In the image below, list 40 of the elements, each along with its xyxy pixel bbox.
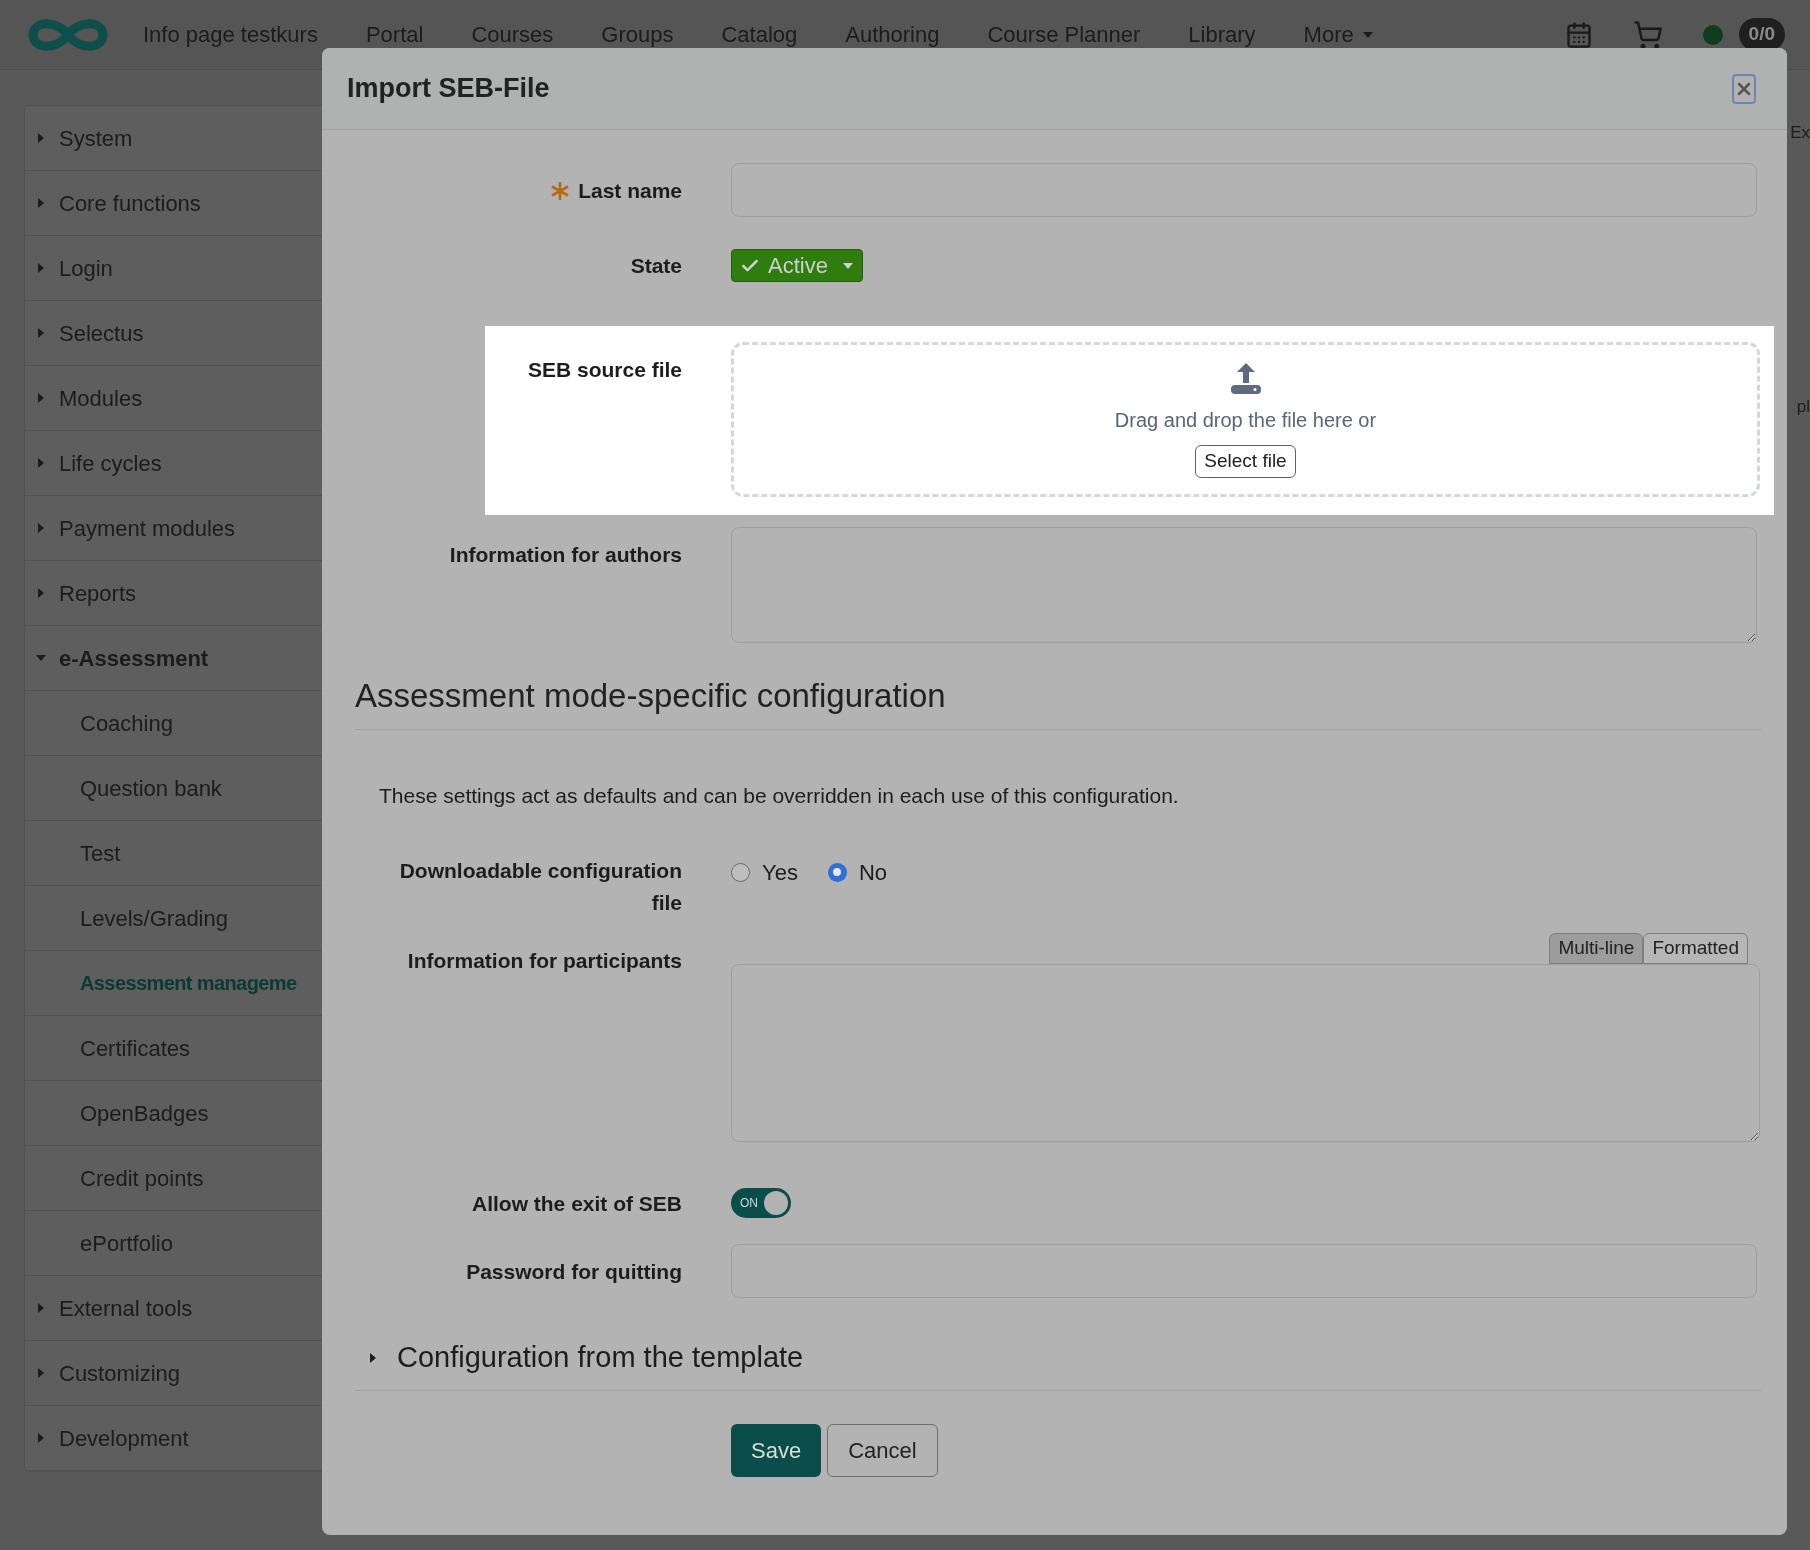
nav-link[interactable]: Library — [1188, 18, 1256, 51]
field-label: Last name — [578, 178, 682, 204]
radio-option[interactable]: No — [827, 857, 887, 887]
nav-link[interactable]: Courses — [471, 18, 554, 51]
field-label: Downloadable configuration file — [398, 858, 682, 916]
toggle-switch[interactable]: ON — [731, 1188, 791, 1218]
cart-icon[interactable] — [1632, 19, 1663, 50]
editor-mode-tab[interactable]: Formatted — [1643, 933, 1748, 964]
field-label: SEB source file — [527, 357, 682, 383]
nav-link[interactable]: Course Planner — [987, 18, 1141, 51]
nav-link[interactable]: Portal — [365, 18, 424, 51]
radio-button[interactable] — [827, 862, 847, 882]
dialog-title: Import SEB-File — [347, 72, 550, 106]
counter-badge[interactable]: 0/0 — [1738, 18, 1785, 51]
radio-button[interactable] — [731, 862, 750, 882]
editor-mode-tab[interactable]: Multi-line — [1549, 933, 1644, 964]
more-menu[interactable]: More — [1303, 18, 1374, 51]
field-label: State — [630, 252, 682, 279]
upload-icon — [1228, 361, 1263, 395]
cancel-button[interactable]: Cancel — [827, 1423, 938, 1477]
field-label: Allow the exit of SEB — [471, 1191, 682, 1217]
select-file-button[interactable]: Select file — [1195, 445, 1296, 478]
file-drop-zone[interactable]: Drag and drop the file here or Select file — [731, 342, 1760, 497]
state-dropdown[interactable]: Active — [731, 249, 863, 282]
nav-link[interactable]: Info page testkurs — [143, 18, 318, 51]
background-text: Ex — [1790, 122, 1810, 144]
drop-instructions: Drag and drop the file here or — [1114, 408, 1377, 433]
field-label: Password for quitting — [466, 1259, 682, 1285]
field-label: Information for participants — [407, 948, 682, 974]
radio-option[interactable]: Yes — [731, 857, 798, 887]
nav-link[interactable]: Authoring — [845, 18, 940, 51]
field-label: Information for authors — [449, 542, 682, 568]
close-button[interactable] — [1732, 73, 1756, 104]
nav-link[interactable]: Catalog — [721, 18, 798, 51]
template-section-toggle[interactable]: Configuration from the template — [367, 1336, 804, 1390]
save-button[interactable]: Save — [731, 1423, 822, 1477]
background-text: pl — [1796, 395, 1810, 418]
section-description: These settings act as defaults and can be overridden in each use of this configuration. — [379, 782, 1180, 809]
nav-link[interactable]: Groups — [601, 18, 674, 51]
calendar-icon[interactable] — [1564, 20, 1593, 49]
